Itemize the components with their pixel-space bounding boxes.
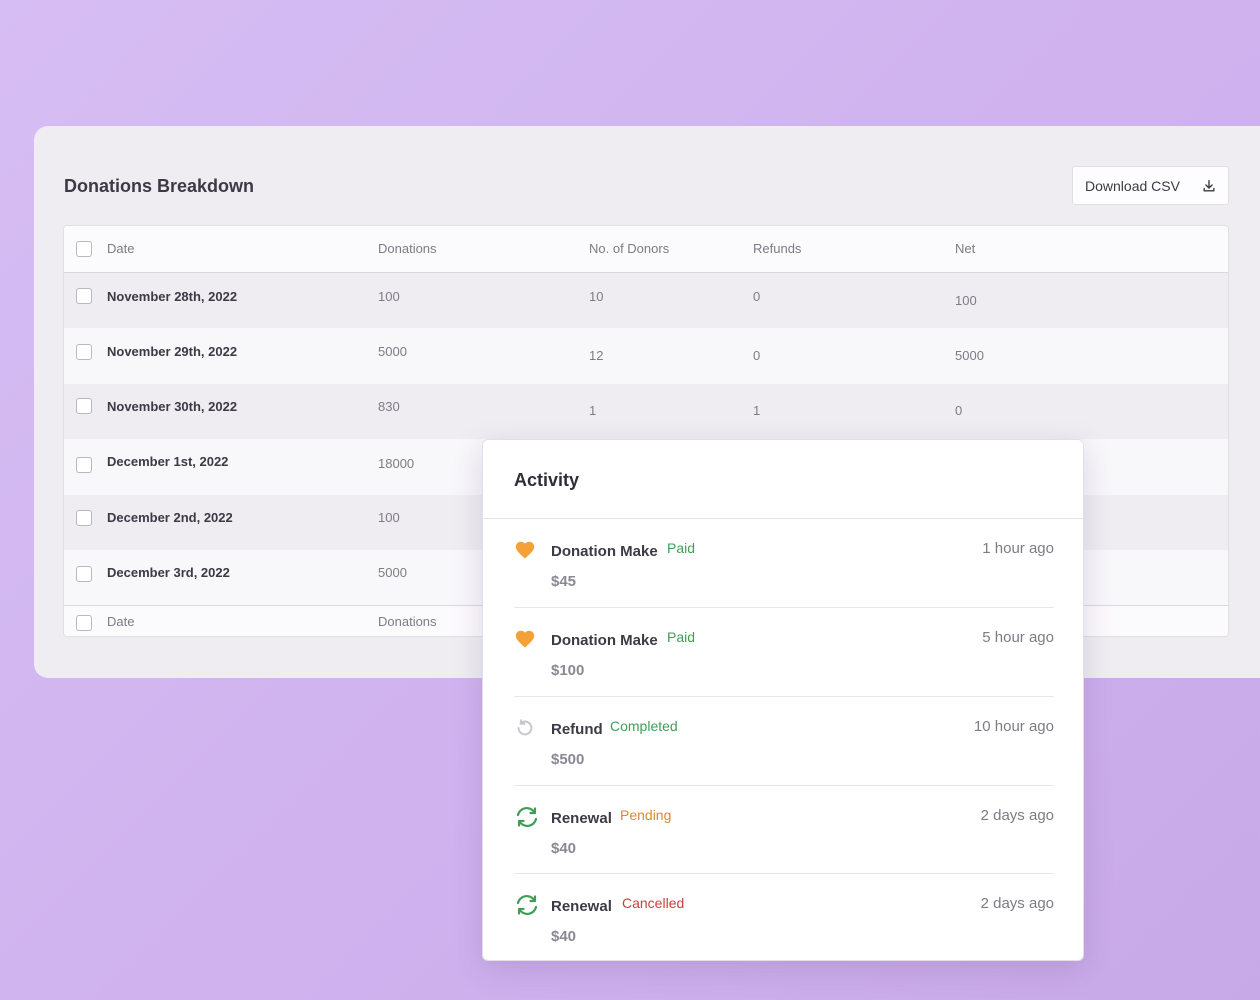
status-badge: Pending — [620, 807, 672, 823]
table-row[interactable]: November 28th, 2022 100 10 0 100 — [64, 273, 1228, 328]
activity-item[interactable]: Donation Make Paid $45 1 hour ago — [514, 519, 1054, 608]
activity-card: Activity Donation Make Paid $45 1 hour a… — [482, 439, 1084, 961]
header-donations[interactable]: Donations — [378, 241, 437, 256]
status-badge: Completed — [610, 718, 678, 734]
row-checkbox[interactable] — [76, 566, 92, 582]
header-donors[interactable]: No. of Donors — [589, 241, 669, 256]
row-checkbox[interactable] — [76, 510, 92, 526]
status-badge: Cancelled — [622, 895, 685, 911]
row-date: November 30th, 2022 — [107, 399, 238, 414]
activity-amount: $45 — [551, 573, 577, 590]
footer-donations[interactable]: Donations — [378, 614, 437, 629]
panel-title: Donations Breakdown — [64, 176, 255, 196]
status-badge: Paid — [667, 540, 696, 556]
row-donations: 830 — [378, 399, 400, 414]
row-refunds: 0 — [753, 348, 761, 363]
header-date[interactable]: Date — [107, 241, 134, 256]
row-date: November 29th, 2022 — [107, 344, 238, 359]
heart-icon — [515, 630, 535, 648]
activity-time: 5 hour ago — [982, 629, 1054, 646]
row-date: December 3rd, 2022 — [107, 565, 230, 580]
heart-icon — [515, 541, 535, 559]
activity-amount: $40 — [551, 928, 577, 945]
row-date: December 1st, 2022 — [107, 454, 229, 469]
row-checkbox[interactable] — [76, 457, 92, 473]
row-checkbox[interactable] — [76, 344, 92, 360]
activity-amount: $40 — [551, 840, 577, 857]
row-donations: 5000 — [378, 565, 407, 580]
row-net: 100 — [955, 293, 977, 308]
download-csv-label: Download CSV — [1085, 177, 1180, 194]
activity-item[interactable]: Renewal Cancelled $40 2 days ago — [514, 874, 1054, 962]
row-donations: 100 — [378, 510, 400, 525]
row-refunds: 1 — [753, 403, 761, 418]
activity-time: 1 hour ago — [982, 540, 1054, 557]
select-all-checkbox-footer[interactable] — [76, 615, 92, 631]
activity-name: Donation Make — [551, 543, 658, 560]
row-refunds: 0 — [753, 289, 761, 304]
row-donations: 100 — [378, 289, 400, 304]
activity-name: Donation Make — [551, 632, 658, 649]
footer-date[interactable]: Date — [107, 614, 134, 629]
row-donors: 12 — [589, 348, 604, 363]
activity-item[interactable]: Renewal Pending $40 2 days ago — [514, 786, 1054, 874]
renewal-icon — [516, 894, 538, 916]
activity-time: 2 days ago — [980, 895, 1054, 912]
refund-icon — [517, 719, 533, 736]
status-badge: Paid — [667, 629, 696, 645]
table-row[interactable]: November 30th, 2022 830 1 1 0 — [64, 384, 1228, 439]
download-icon — [1203, 179, 1215, 192]
row-checkbox[interactable] — [76, 288, 92, 304]
header-refunds[interactable]: Refunds — [753, 241, 801, 256]
activity-amount: $500 — [551, 751, 585, 768]
activity-name: Renewal — [551, 810, 612, 827]
activity-time: 2 days ago — [980, 807, 1054, 824]
activity-item[interactable]: Donation Make Paid $100 5 hour ago — [514, 608, 1054, 697]
header-net[interactable]: Net — [955, 241, 975, 256]
row-net: 5000 — [955, 348, 984, 363]
row-date: November 28th, 2022 — [107, 289, 238, 304]
activity-amount: $100 — [551, 662, 585, 679]
activity-title: Activity — [514, 470, 580, 490]
row-donors: 1 — [589, 403, 597, 418]
row-net: 0 — [955, 403, 963, 418]
activity-name: Renewal — [551, 898, 612, 915]
activity-item[interactable]: Refund Completed $500 10 hour ago — [514, 697, 1054, 786]
table-row[interactable]: November 29th, 2022 5000 12 0 5000 — [64, 328, 1228, 384]
row-donations: 18000 — [378, 456, 415, 471]
row-donors: 10 — [589, 289, 604, 304]
activity-time: 10 hour ago — [973, 718, 1054, 735]
row-donations: 5000 — [378, 344, 407, 359]
row-checkbox[interactable] — [76, 398, 92, 414]
download-csv-button[interactable]: Download CSV — [1072, 166, 1229, 205]
table-header-row: Date Donations No. of Donors Refunds Net — [64, 226, 1228, 273]
row-date: December 2nd, 2022 — [107, 510, 233, 525]
renewal-icon — [516, 806, 538, 828]
activity-name: Refund — [551, 721, 603, 738]
select-all-checkbox[interactable] — [76, 241, 92, 257]
